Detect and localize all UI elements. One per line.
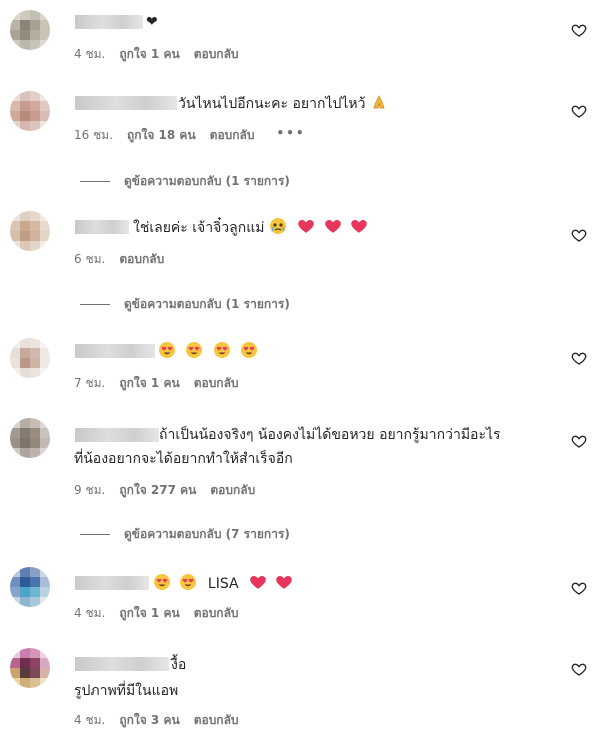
comment-time: 16 ชม. xyxy=(74,128,113,142)
username-blurred[interactable] xyxy=(75,15,143,29)
more-options-icon[interactable]: ••• xyxy=(277,126,306,145)
comment-meta: 4 ชม. ถูกใจ 3 คน ตอบกลับ xyxy=(74,711,239,730)
username-blurred[interactable] xyxy=(75,657,169,671)
pink-heart-emoji xyxy=(250,576,266,589)
username-blurred[interactable] xyxy=(75,428,159,442)
comment-text-body: ใช่เลยค่ะ เจ้าจิ๋วลูกแม่ xyxy=(133,220,265,236)
comment-text: ใช่เลยค่ะ เจ้าจิ๋วลูกแม่ xyxy=(133,217,368,238)
heart-outline-icon[interactable] xyxy=(571,661,587,677)
heart-eyes-emoji xyxy=(159,342,175,358)
comment-time: 4 ชม. xyxy=(74,713,106,727)
username-blurred[interactable] xyxy=(75,576,149,590)
view-replies-label[interactable]: ดูข้อความตอบกลับ (7 รายการ) xyxy=(124,525,290,544)
comment-text-body: LISA xyxy=(207,576,239,592)
heart-eyes-emoji xyxy=(213,342,230,358)
comment-time: 6 ชม. xyxy=(74,252,106,266)
comment-meta: 16 ชม. ถูกใจ 18 คน ตอบกลับ ••• xyxy=(74,126,306,145)
view-replies-button[interactable]: ดูข้อความตอบกลับ (1 รายการ) xyxy=(80,172,290,191)
avatar[interactable] xyxy=(10,648,50,688)
avatar[interactable] xyxy=(10,211,50,251)
heart-outline-icon[interactable] xyxy=(571,22,587,38)
comment-text: วันไหนไปอีกนะคะ อยากไปไหว้ xyxy=(178,93,388,114)
heart-outline-icon[interactable] xyxy=(571,433,587,449)
avatar[interactable] xyxy=(10,418,50,458)
reply-button[interactable]: ตอบกลับ xyxy=(119,250,164,269)
view-replies-label[interactable]: ดูข้อความตอบกลับ (1 รายการ) xyxy=(124,295,290,314)
heart-outline-icon[interactable] xyxy=(571,103,587,119)
divider-line xyxy=(80,534,110,535)
reply-button[interactable]: ตอบกลับ xyxy=(210,481,255,500)
likes-count[interactable]: ถูกใจ 1 คน xyxy=(119,604,179,623)
comment-meta: 9 ชม. ถูกใจ 277 คน ตอบกลับ xyxy=(74,481,255,500)
comment-meta: 4 ชม. ถูกใจ 1 คน ตอบกลับ xyxy=(74,45,239,64)
username-blurred[interactable] xyxy=(75,344,155,358)
view-replies-button[interactable]: ดูข้อความตอบกลับ (7 รายการ) xyxy=(80,525,290,544)
heart-outline-icon[interactable] xyxy=(571,227,587,243)
pink-heart-emoji xyxy=(351,220,368,233)
comment-text: ❤ xyxy=(146,14,158,30)
comment-text-line-1: ถ้าเป็นน้องจริงๆ น้องคงไม่ได้ขอหวย อยากร… xyxy=(159,427,501,443)
comment-meta: 7 ชม. ถูกใจ 1 คน ตอบกลับ xyxy=(74,374,239,393)
comment-meta: 6 ชม. ตอบกลับ xyxy=(74,250,164,269)
pink-heart-emoji xyxy=(276,576,293,589)
avatar[interactable] xyxy=(10,10,50,50)
view-replies-label[interactable]: ดูข้อความตอบกลับ (1 รายการ) xyxy=(124,172,290,191)
reply-button[interactable]: ตอบกลับ xyxy=(194,45,239,64)
username-blurred[interactable] xyxy=(75,220,129,234)
crying-face-emoji xyxy=(269,218,286,234)
heart-eyes-emoji xyxy=(180,574,197,590)
reply-button[interactable]: ตอบกลับ xyxy=(210,126,255,145)
reply-button[interactable]: ตอบกลับ xyxy=(194,374,239,393)
heart-eyes-emoji xyxy=(241,342,258,358)
comment-time: 9 ชม. xyxy=(74,483,106,497)
pink-heart-emoji xyxy=(325,220,341,233)
avatar[interactable] xyxy=(10,567,50,607)
app-image-notice: รูปภาพที่มีในแอพ xyxy=(74,683,179,699)
folded-hands-emoji xyxy=(373,95,385,109)
username-blurred[interactable] xyxy=(75,96,177,110)
heart-outline-icon[interactable] xyxy=(571,580,587,596)
likes-count[interactable]: ถูกใจ 18 คน xyxy=(127,126,196,145)
divider-line xyxy=(80,181,110,182)
reply-button[interactable]: ตอบกลับ xyxy=(194,711,239,730)
pink-heart-emoji xyxy=(298,220,315,233)
comment-time: 7 ชม. xyxy=(74,376,106,390)
heart-eyes-emoji xyxy=(186,342,203,358)
comment-text xyxy=(158,341,258,362)
comment-text-line-2: ที่น้องอยากจะได้อยากทำให้สำเร็จอีก xyxy=(74,451,293,467)
likes-count[interactable]: ถูกใจ 1 คน xyxy=(119,45,179,64)
divider-line xyxy=(80,304,110,305)
avatar[interactable] xyxy=(10,91,50,131)
comment-time: 4 ชม. xyxy=(74,47,106,61)
comment-text: LISA xyxy=(153,573,293,594)
comment-text-body: วันไหนไปอีกนะคะ อยากไปไหว้ xyxy=(178,96,366,112)
likes-count[interactable]: ถูกใจ 277 คน xyxy=(119,481,196,500)
comment-time: 4 ชม. xyxy=(74,606,106,620)
likes-count[interactable]: ถูกใจ 1 คน xyxy=(119,374,179,393)
heart-outline-icon[interactable] xyxy=(571,350,587,366)
likes-count[interactable]: ถูกใจ 3 คน xyxy=(119,711,179,730)
avatar[interactable] xyxy=(10,338,50,378)
comment-meta: 4 ชม. ถูกใจ 1 คน ตอบกลับ xyxy=(74,604,239,623)
view-replies-button[interactable]: ดูข้อความตอบกลับ (1 รายการ) xyxy=(80,295,290,314)
reply-button[interactable]: ตอบกลับ xyxy=(194,604,239,623)
comment-text: งื้อ xyxy=(171,657,187,673)
heart-eyes-emoji xyxy=(154,574,170,590)
